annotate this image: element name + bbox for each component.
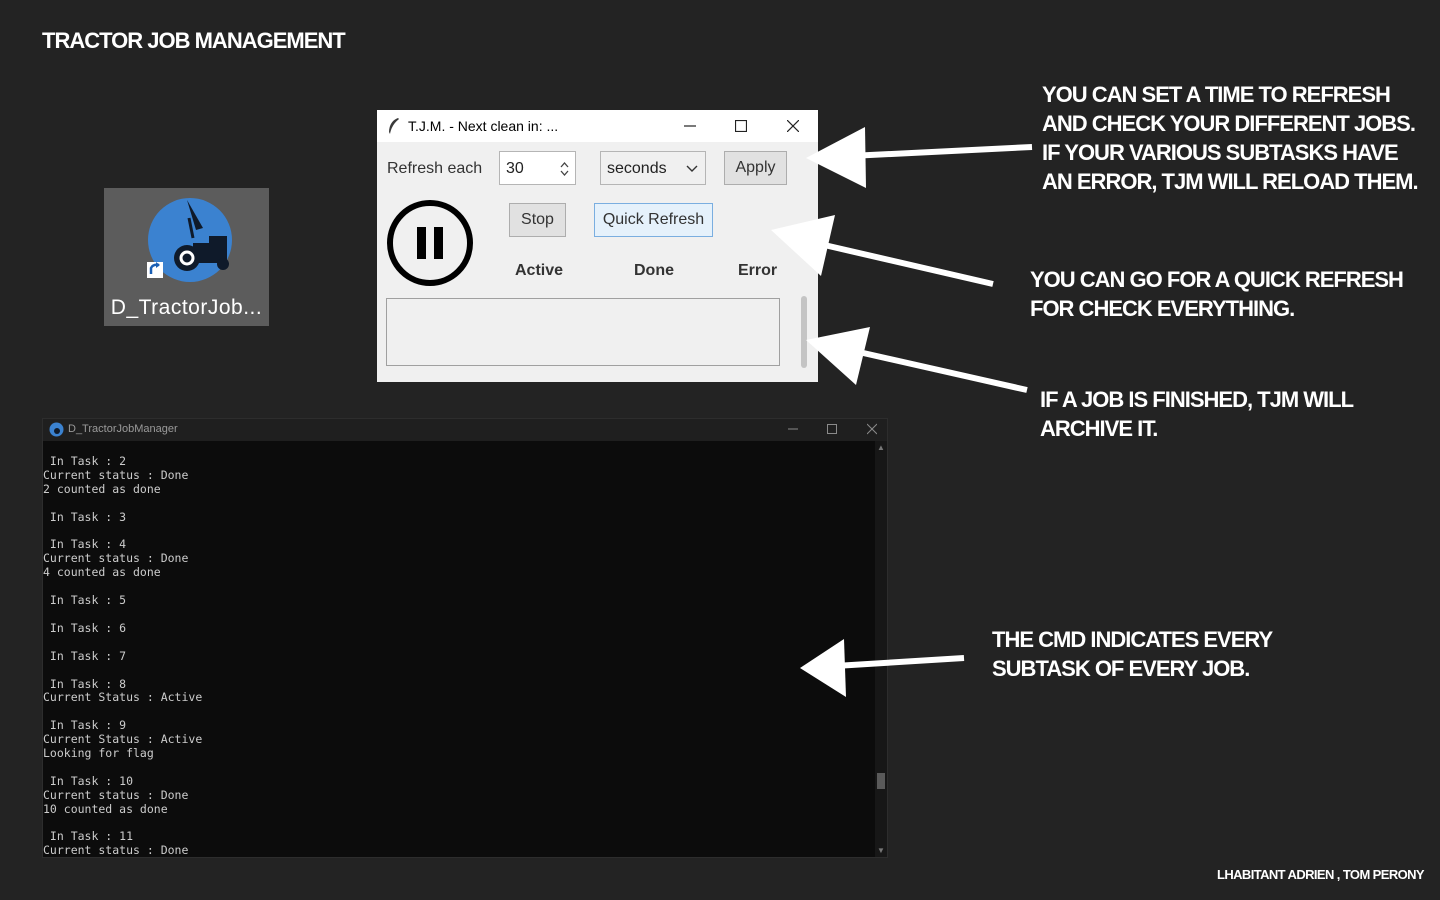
annotation-line: AND CHECK YOUR DIFFERENT JOBS.: [1042, 111, 1416, 136]
refresh-annotation: YOU CAN SET A TIME TO REFRESH AND CHECK …: [1042, 80, 1419, 196]
annotation-line: IF A JOB IS FINISHED, TJM WILL: [1040, 387, 1354, 412]
annotation-line: FOR CHECK EVERYTHING.: [1030, 296, 1295, 321]
annotation-line: YOU CAN SET A TIME TO REFRESH: [1042, 82, 1391, 107]
cmd-annotation: THE CMD INDICATES EVERY SUBTASK OF EVERY…: [992, 625, 1273, 683]
arrow-archive: [806, 327, 1028, 393]
arrow-refresh: [806, 127, 1033, 188]
annotation-line: ARCHIVE IT.: [1040, 416, 1158, 441]
annotation-line: SUBTASK OF EVERY JOB.: [992, 656, 1250, 681]
annotation-line: THE CMD INDICATES EVERY: [992, 627, 1273, 652]
annotation-line: YOU CAN GO FOR A QUICK REFRESH: [1030, 267, 1404, 292]
credit-text: LHABITANT ADRIEN , TOM PERONY: [1217, 867, 1425, 882]
arrow-cmd: [800, 639, 965, 697]
annotation-line: AN ERROR, TJM WILL RELOAD THEM.: [1042, 169, 1419, 194]
archive-annotation: IF A JOB IS FINISHED, TJM WILL ARCHIVE I…: [1040, 385, 1354, 443]
quick-refresh-annotation: YOU CAN GO FOR A QUICK REFRESH FOR CHECK…: [1030, 265, 1404, 323]
arrow-quick-refresh: [771, 215, 994, 287]
annotation-line: IF YOUR VARIOUS SUBTASKS HAVE: [1042, 140, 1399, 165]
